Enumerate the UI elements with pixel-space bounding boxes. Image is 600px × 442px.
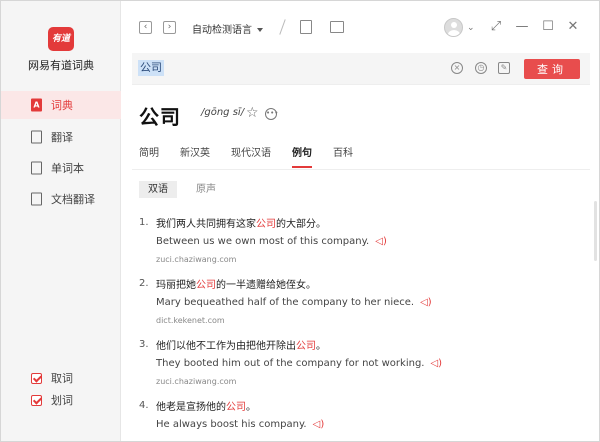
tab-concise[interactable]: 简明 bbox=[139, 146, 159, 168]
speaker-icon[interactable]: ◁) bbox=[313, 419, 325, 430]
search-bar: 公司 × ◷ ✎ 查询 bbox=[132, 53, 590, 85]
star-icon[interactable]: ☆ bbox=[246, 105, 259, 121]
check-label: 取词 bbox=[51, 372, 73, 385]
document-icon bbox=[31, 192, 42, 206]
screenshot-icon[interactable] bbox=[330, 21, 344, 33]
select-word-checkbox[interactable]: 划词 bbox=[1, 389, 121, 411]
search-input[interactable]: 公司 bbox=[138, 60, 164, 76]
example-english: Mary bequeathed half of the company to h… bbox=[156, 297, 432, 308]
example-chinese: 我们两人共同拥有这家公司的大部分。 bbox=[156, 219, 326, 230]
example-list: 1. 我们两人共同拥有这家公司的大部分。 Between us we own m… bbox=[139, 214, 579, 441]
example-source[interactable]: zuci.chaziwang.com bbox=[156, 255, 236, 264]
maximize-button[interactable]: ☐ bbox=[541, 20, 555, 34]
example-number: 4. bbox=[139, 400, 149, 411]
speaker-icon[interactable]: ◁) bbox=[375, 236, 387, 247]
scrollbar[interactable] bbox=[594, 201, 597, 261]
speaker-icon[interactable]: ◁) bbox=[430, 358, 442, 369]
more-icon[interactable]: ••• bbox=[265, 108, 278, 120]
check-label: 划词 bbox=[51, 394, 73, 407]
chevron-down-icon bbox=[257, 28, 263, 32]
minimize-button[interactable]: — bbox=[515, 20, 529, 34]
translate-icon bbox=[31, 130, 42, 144]
list-item: 4. 他老是宣扬他的公司。 He always boost his compan… bbox=[139, 397, 579, 441]
tab-new-chinese-english[interactable]: 新汉英 bbox=[180, 146, 210, 168]
divider bbox=[279, 19, 286, 35]
clear-icon[interactable]: × bbox=[451, 62, 463, 74]
list-item: 3. 他们以他不工作为由把他开除出公司。 They booted him out… bbox=[139, 336, 579, 397]
sidebar: 有道 网易有道词典 A 词典 翻译 单词本 文档翻译 取词 划词 bbox=[1, 1, 121, 441]
app-window: 有道 网易有道词典 A 词典 翻译 单词本 文档翻译 取词 划词 ‹ › 自动检… bbox=[0, 0, 600, 442]
edit-icon[interactable]: ✎ bbox=[498, 62, 510, 74]
dictionary-icon: A bbox=[31, 98, 42, 112]
sidebar-item-label: 词典 bbox=[51, 99, 73, 112]
language-selector[interactable]: 自动检测语言 bbox=[192, 21, 263, 36]
close-icon: ✕ bbox=[567, 19, 579, 34]
example-source[interactable]: dict.kekenet.com bbox=[156, 316, 225, 325]
sidebar-item-wordbook[interactable]: 单词本 bbox=[1, 155, 121, 181]
list-item: 2. 玛丽把她公司的一半遗赠给她侄女。 Mary bequeathed half… bbox=[139, 275, 579, 336]
example-english: They booted him out of the company for n… bbox=[156, 358, 443, 369]
query-button[interactable]: 查询 bbox=[524, 59, 580, 79]
example-number: 1. bbox=[139, 217, 149, 228]
tab-bilingual[interactable]: 双语 bbox=[139, 181, 177, 198]
example-chinese: 他们以他不工作为由把他开除出公司。 bbox=[156, 341, 326, 352]
sidebar-item-document-translate[interactable]: 文档翻译 bbox=[1, 186, 121, 212]
example-chinese: 他老是宣扬他的公司。 bbox=[156, 402, 256, 413]
chevron-left-icon: ‹ bbox=[143, 22, 148, 32]
youdao-logo: 有道 bbox=[48, 27, 74, 51]
avatar[interactable] bbox=[444, 18, 463, 37]
chevron-right-icon: › bbox=[167, 22, 172, 32]
sidebar-item-label: 翻译 bbox=[51, 131, 73, 144]
example-english: Between us we own most of this company. ◁… bbox=[156, 236, 387, 247]
sidebar-nav: A 词典 翻译 单词本 文档翻译 bbox=[1, 91, 121, 217]
notes-icon[interactable] bbox=[300, 20, 312, 34]
pinyin: /gōng sī/ bbox=[201, 107, 245, 118]
example-chinese: 玛丽把她公司的一半遗赠给她侄女。 bbox=[156, 280, 316, 291]
capture-word-checkbox[interactable]: 取词 bbox=[1, 367, 121, 389]
checkbox-icon bbox=[31, 372, 42, 384]
sidebar-item-label: 文档翻译 bbox=[51, 193, 95, 206]
mini-mode-icon: ⤢ bbox=[490, 19, 502, 34]
example-number: 2. bbox=[139, 278, 149, 289]
forward-button[interactable]: › bbox=[163, 21, 176, 34]
example-source[interactable]: zuci.chaziwang.com bbox=[156, 377, 236, 386]
result-tabs: 简明 新汉英 现代汉语 例句 百科 bbox=[139, 146, 589, 170]
sidebar-checks: 取词 划词 bbox=[1, 367, 121, 411]
close-button[interactable]: ✕ bbox=[566, 20, 580, 34]
example-subtabs: 双语 原声 bbox=[139, 181, 235, 198]
speaker-icon[interactable]: ◁) bbox=[420, 297, 432, 308]
maximize-icon: ☐ bbox=[542, 19, 554, 34]
checkbox-icon bbox=[31, 394, 42, 406]
tab-modern-chinese[interactable]: 现代汉语 bbox=[231, 146, 271, 168]
tab-encyclopedia[interactable]: 百科 bbox=[333, 146, 353, 168]
example-number: 3. bbox=[139, 339, 149, 350]
history-icon[interactable]: ◷ bbox=[475, 62, 487, 74]
chevron-down-icon[interactable]: ⌄ bbox=[467, 23, 475, 33]
brand-name: 网易有道词典 bbox=[28, 59, 94, 72]
sidebar-item-dictionary[interactable]: A 词典 bbox=[1, 91, 121, 119]
sidebar-item-translate[interactable]: 翻译 bbox=[1, 124, 121, 150]
list-item: 1. 我们两人共同拥有这家公司的大部分。 Between us we own m… bbox=[139, 214, 579, 275]
minimize-icon: — bbox=[515, 19, 529, 34]
tab-original-audio[interactable]: 原声 bbox=[187, 181, 225, 198]
back-button[interactable]: ‹ bbox=[139, 21, 152, 34]
wordbook-icon bbox=[31, 161, 42, 175]
mini-mode-button[interactable]: ⤢ bbox=[489, 20, 503, 34]
language-label: 自动检测语言 bbox=[192, 25, 252, 36]
example-english: He always boost his company. ◁) bbox=[156, 419, 325, 430]
tab-examples[interactable]: 例句 bbox=[292, 146, 312, 168]
headword: 公司 bbox=[139, 105, 181, 129]
topbar: ‹ › 自动检测语言 ⌄ ⤢ — ☐ ✕ bbox=[122, 1, 599, 51]
sidebar-item-label: 单词本 bbox=[51, 162, 84, 175]
divider bbox=[132, 169, 590, 170]
